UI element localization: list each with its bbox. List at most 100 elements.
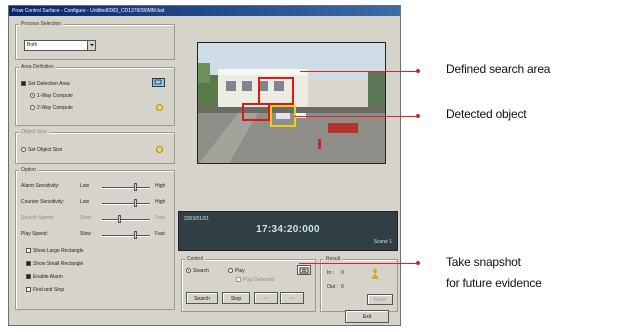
radio-icon[interactable] [228, 268, 233, 274]
checkbox-icon[interactable] [21, 81, 26, 87]
snapshot-caption-line1: Take snapshot [446, 255, 521, 269]
option-checkbox[interactable]: Show Large Rectangle [26, 248, 84, 254]
play-detected-checkbox[interactable]: Play Detected [236, 277, 274, 283]
option-label: Search Speed: [21, 215, 55, 221]
person-icon [371, 269, 379, 279]
option-checkbox[interactable]: Show Small Rectangle [26, 261, 83, 267]
search-button[interactable]: Search [186, 292, 218, 304]
process-select[interactable]: Both [24, 40, 96, 51]
detected-callout-line [294, 116, 418, 117]
help-icon[interactable] [156, 146, 163, 153]
one-way-radio[interactable]: 1-Way Compute [30, 93, 73, 99]
option-slider-row: Counter Sensitivity: Low High [16, 197, 174, 209]
next-button[interactable]: >> [280, 292, 304, 304]
one-way-label: 1-Way Compute [37, 93, 73, 99]
checkbox-icon[interactable] [26, 248, 31, 254]
area-tool-icon[interactable] [152, 78, 165, 87]
option-checkbox-label: Enable Alarm [33, 274, 63, 280]
search-area-box [258, 77, 294, 105]
set-object-size-radio[interactable]: Set Object Size [21, 147, 62, 153]
radio-icon[interactable] [30, 105, 35, 111]
option-low-label: Low [80, 183, 90, 189]
option-slider-thumb[interactable] [133, 199, 137, 207]
out-label: Out : [327, 284, 338, 290]
play-mode-radio[interactable]: Play [228, 268, 245, 274]
radio-icon[interactable] [186, 268, 191, 274]
out-value: 0 [341, 284, 344, 290]
play-detected-label: Play Detected [243, 277, 275, 283]
option-checkbox[interactable]: Enable Alarm [26, 274, 63, 280]
snapshot-button[interactable] [297, 265, 311, 275]
process-select-value: Both [27, 42, 38, 48]
option-slider-row: Play Speed: Slow Fast [16, 229, 174, 241]
option-slider-thumb[interactable] [133, 231, 137, 239]
control-group: Control Search Play Play Detected Search… [181, 256, 316, 312]
option-slider-thumb[interactable] [133, 183, 137, 191]
option-slider-row: Alarm Sensitivity: Low High [16, 181, 174, 193]
option-high-label: High [155, 199, 166, 205]
option-slider-track[interactable] [102, 235, 150, 237]
option-checkbox[interactable]: Find and Stop [26, 287, 64, 293]
option-checkbox-label: Find and Stop [33, 287, 65, 293]
set-detection-area-label: Set Detection Area [28, 81, 70, 87]
search-mode-radio[interactable]: Search [186, 268, 209, 274]
option-slider-thumb[interactable] [117, 215, 121, 223]
previous-button[interactable]: << [254, 292, 278, 304]
option-high-label: High [155, 183, 166, 189]
option-low-label: Slow [80, 231, 91, 237]
detected-object-box [270, 105, 296, 127]
option-slider-track[interactable] [102, 203, 150, 205]
option-slider-track[interactable] [102, 219, 150, 221]
area-definition-title: Area Definition [19, 64, 56, 70]
option-label: Alarm Sensitivity: [21, 183, 60, 189]
radio-icon[interactable] [30, 93, 35, 99]
stop-button[interactable]: Stop [222, 292, 250, 304]
option-group: Option Alarm Sensitivity: Low High Counter … [15, 167, 175, 310]
checkbox-icon[interactable] [26, 274, 31, 280]
snapshot-callout-line [299, 263, 418, 264]
process-selection-group: Process Selection Both [15, 21, 175, 60]
search-area-callout-arrow [416, 69, 420, 73]
window-title: Prow Control Surface - Configure - Untit… [9, 6, 400, 16]
result-group: Result In : 0 Out : 0 Reset [320, 256, 398, 312]
search-area-caption: Defined search area [446, 62, 551, 76]
camera-icon [299, 267, 309, 274]
set-object-size-label: Set Object Size [28, 147, 63, 153]
time-display-panel: 2003/01/01 17:34:20:000 Scene 1 [178, 211, 398, 251]
process-selection-title: Process Selection [19, 21, 64, 27]
exit-button[interactable]: Exit [345, 310, 389, 323]
in-value: 0 [341, 270, 344, 276]
radio-icon[interactable] [21, 147, 26, 153]
option-title: Option [19, 167, 38, 173]
in-label: In : [327, 270, 334, 276]
result-title: Result [324, 256, 343, 262]
two-way-radio[interactable]: 2-Way Compute [30, 105, 73, 111]
reset-button[interactable]: Reset [367, 294, 393, 305]
checkbox-icon[interactable] [26, 287, 31, 293]
option-label: Play Speed: [21, 231, 48, 237]
detected-callout-arrow [416, 114, 420, 118]
option-slider-track[interactable] [102, 187, 150, 189]
set-detection-area-checkbox[interactable]: Set Detection Area [21, 81, 70, 87]
checkbox-icon[interactable] [26, 261, 31, 267]
search-area-callout-line [300, 71, 418, 72]
play-mode-label: Play [235, 268, 245, 274]
option-slider-row: Search Speed: Slow Fast [16, 213, 174, 225]
option-checkbox-label: Show Large Rectangle [33, 248, 84, 254]
help-icon[interactable] [156, 104, 163, 111]
object-size-title: Object Size [19, 129, 49, 135]
two-way-label: 2-Way Compute [37, 105, 73, 111]
checkbox-icon[interactable] [236, 277, 241, 283]
area-definition-group: Area Definition Set Detection Area 1-Way… [15, 64, 175, 126]
video-frame[interactable] [197, 42, 386, 164]
clock-display: 17:34:20:000 [256, 224, 320, 235]
scene-label: Scene 1 [373, 239, 392, 245]
app-window: Prow Control Surface - Configure - Untit… [8, 5, 401, 326]
date-label: 2003/01/01 [184, 216, 210, 222]
chevron-down-icon[interactable] [87, 41, 95, 50]
object-size-group: Object Size Set Object Size [15, 129, 175, 164]
option-low-label: Low [80, 199, 90, 205]
snapshot-callout-arrow [416, 261, 420, 265]
snapshot-caption-line2: for future evidence [446, 276, 542, 290]
control-title: Control [185, 256, 206, 262]
